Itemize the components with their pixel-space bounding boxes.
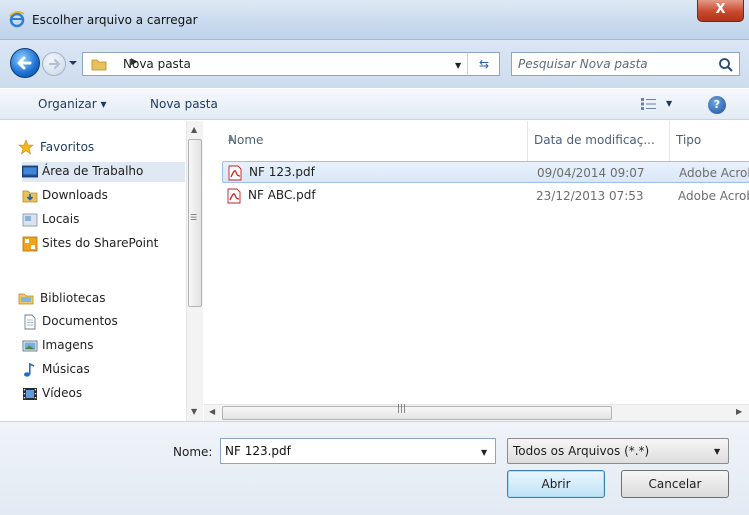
nav-item-label: Locais	[42, 212, 80, 226]
window-title: Escolher arquivo a carregar	[32, 13, 198, 27]
views-icon[interactable]	[641, 98, 657, 110]
forward-button[interactable]	[42, 52, 66, 76]
search-input[interactable]	[518, 56, 708, 72]
search-box	[511, 52, 740, 76]
scrollbar-grip-icon: ☰	[190, 213, 198, 222]
sort-ascending-icon: ▲	[228, 133, 235, 142]
column-header-label: Tipo	[676, 133, 702, 147]
recent-places-icon	[22, 213, 38, 227]
nav-item-label: Área de Trabalho	[42, 164, 144, 178]
dialog-footer: Nome: ▼ Todos os Arquivos (*.*) ▼ Abrir …	[0, 421, 749, 515]
file-name: NF 123.pdf	[249, 165, 315, 179]
videos-icon	[23, 388, 37, 400]
file-type: Adobe Acrobat Document	[678, 189, 749, 203]
refresh-button[interactable]: ⇆	[467, 53, 500, 75]
downloads-folder-icon	[22, 190, 38, 203]
scroll-left-arrow-icon[interactable]: ◀	[209, 407, 215, 416]
help-icon[interactable]: ?	[708, 96, 726, 114]
filename-dropdown-icon[interactable]: ▼	[481, 448, 487, 457]
sharepoint-icon	[22, 236, 38, 252]
nav-item-videos[interactable]: Vídeos	[22, 384, 187, 404]
organize-menu[interactable]: Organizar ▾	[38, 97, 107, 111]
pdf-file-icon	[228, 165, 242, 181]
table-row[interactable]: NF ABC.pdf 23/12/2013 07:53 Adobe Acroba…	[222, 185, 749, 207]
recent-pages-dropdown-icon[interactable]	[68, 58, 78, 68]
scroll-down-arrow-icon[interactable]: ▼	[191, 407, 197, 416]
close-button[interactable]: X	[697, 0, 744, 22]
column-header-type[interactable]: Tipo	[670, 121, 749, 161]
title-bar: Escolher arquivo a carregar X	[0, 0, 749, 40]
search-icon[interactable]	[718, 57, 734, 73]
forward-arrow-icon	[48, 58, 61, 70]
nav-item-downloads[interactable]: Downloads	[22, 186, 187, 206]
nav-item-desktop[interactable]: Área de Trabalho	[22, 162, 185, 182]
views-dropdown-icon[interactable]: ▼	[666, 99, 672, 108]
file-type: Adobe Acrobat Document	[679, 166, 749, 180]
address-bar[interactable]: ▶ Nova pasta ▼ ⇆	[82, 52, 500, 76]
refresh-icon: ⇆	[478, 57, 490, 71]
back-button[interactable]	[10, 48, 40, 78]
new-folder-button[interactable]: Nova pasta	[150, 97, 218, 111]
back-arrow-icon	[17, 56, 32, 70]
open-button[interactable]: Abrir	[507, 470, 605, 498]
nav-item-label: Downloads	[42, 188, 108, 202]
chevron-down-icon: ▼	[714, 447, 721, 456]
table-row[interactable]: NF 123.pdf 09/04/2014 09:07 Adobe Acroba…	[222, 161, 749, 183]
desktop-icon	[22, 165, 38, 178]
nav-item-documents[interactable]: Documentos	[22, 312, 187, 332]
documents-icon	[24, 314, 36, 330]
column-header-date[interactable]: Data de modificaç...	[528, 121, 670, 161]
nav-item-music[interactable]: Músicas	[22, 360, 187, 380]
pictures-icon	[22, 340, 38, 352]
nav-item-label: Vídeos	[42, 386, 83, 400]
scroll-up-arrow-icon[interactable]: ▲	[191, 125, 197, 134]
nav-item-label: Imagens	[42, 338, 94, 352]
favorites-label: Favoritos	[40, 140, 95, 154]
nav-item-label: Músicas	[42, 362, 90, 376]
filename-label: Nome:	[173, 445, 213, 459]
close-icon: X	[715, 2, 726, 17]
nav-pane-scrollbar[interactable]: ▲ ☰ ▼	[186, 121, 203, 421]
ie-icon	[9, 11, 25, 28]
file-date: 09/04/2014 09:07	[537, 166, 645, 180]
scrollbar-thumb[interactable]	[222, 406, 612, 420]
cancel-button[interactable]: Cancelar	[621, 470, 729, 498]
folder-icon	[91, 59, 107, 71]
file-name: NF ABC.pdf	[248, 188, 316, 202]
column-header-label: Data de modificaç...	[534, 133, 655, 147]
libraries-icon	[18, 293, 34, 305]
star-icon	[18, 139, 34, 155]
scrollbar-grip-icon: |||	[397, 404, 407, 414]
nav-item-pictures[interactable]: Imagens	[22, 336, 187, 356]
file-list-scrollbar[interactable]: ◀ ||| ▶	[204, 404, 749, 421]
music-icon	[24, 362, 35, 377]
filename-input[interactable]	[225, 443, 465, 459]
file-type-filter-value: Todos os Arquivos (*.*)	[513, 444, 650, 458]
nav-item-label: Sites do SharePoint	[42, 236, 159, 250]
address-dropdown-icon[interactable]: ▼	[455, 61, 461, 70]
navigation-bar: ▶ Nova pasta ▼ ⇆	[0, 40, 749, 88]
column-header-name[interactable]: Nome ▲	[222, 121, 528, 161]
libraries-label: Bibliotecas	[40, 291, 106, 305]
navigation-pane: Favoritos Área de Trabalho Downloads Loc…	[0, 121, 203, 425]
nav-item-recent-places[interactable]: Locais	[22, 210, 187, 230]
file-type-filter-select[interactable]: Todos os Arquivos (*.*) ▼	[507, 438, 729, 464]
scrollbar-thumb[interactable]	[188, 139, 202, 307]
pdf-file-icon	[227, 188, 241, 204]
nav-item-label: Documentos	[42, 314, 118, 328]
filename-combobox: ▼	[220, 438, 496, 464]
command-bar: Organizar ▾ Nova pasta ▼ ?	[0, 88, 749, 120]
file-list: Nome ▲ Data de modificaç... Tipo NF 123.…	[204, 121, 749, 404]
scroll-right-arrow-icon[interactable]: ▶	[736, 407, 742, 416]
breadcrumb-current[interactable]: Nova pasta	[123, 57, 191, 71]
file-date: 23/12/2013 07:53	[536, 189, 644, 203]
nav-item-sharepoint[interactable]: Sites do SharePoint	[22, 234, 187, 254]
